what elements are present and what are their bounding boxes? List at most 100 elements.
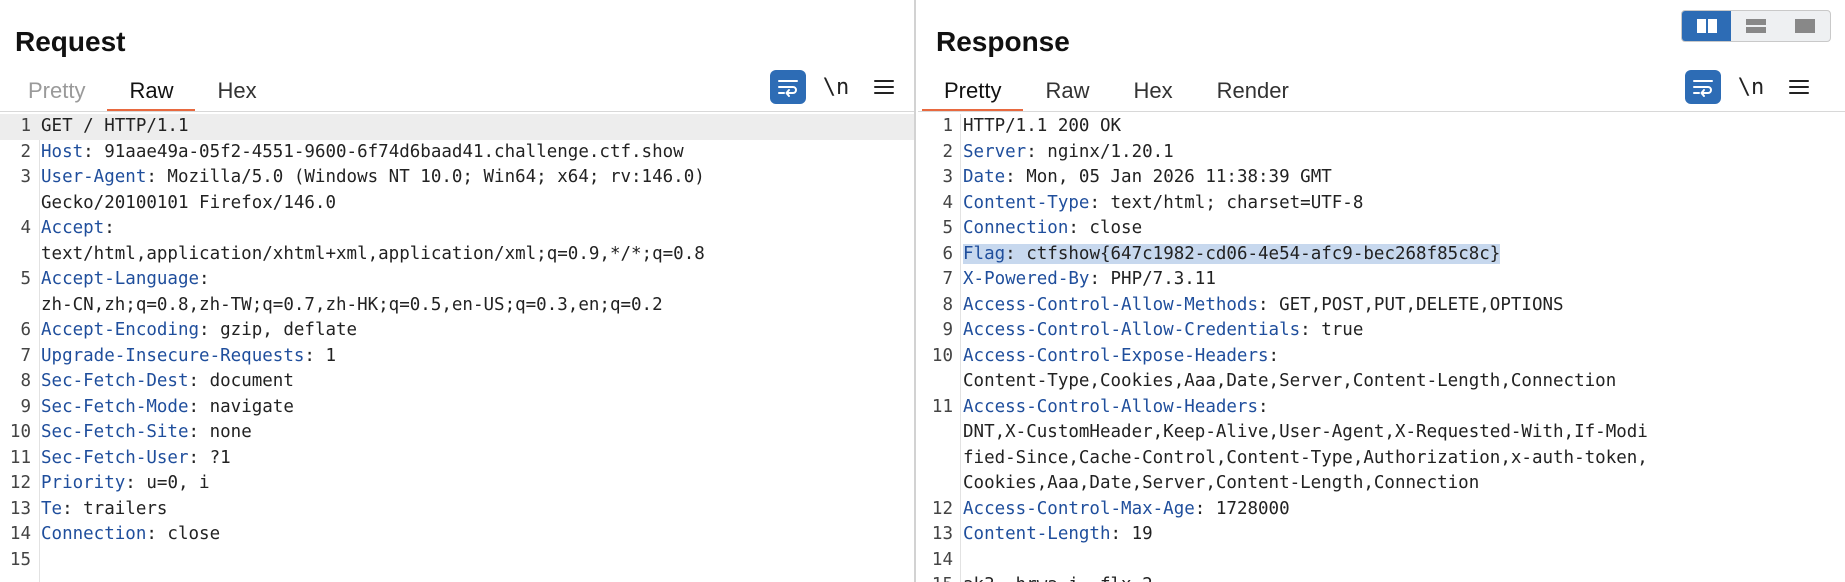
line-content: Access-Control-Allow-Credentials: true (918, 318, 1845, 344)
code-line: 14 (918, 548, 1845, 574)
header-value: : none (188, 422, 252, 442)
line-number: 11 (931, 396, 953, 417)
code-line: 6 Flag: ctfshow{647c1982-cd06-4e54-afc9-b… (918, 242, 1845, 268)
tab-hex[interactable]: Hex (195, 76, 278, 112)
code-line: Gecko/20100101 Firefox/146.0 (0, 191, 914, 217)
response-editor[interactable]: 1 HTTP/1.1 200 OK 2 Server: nginx/1.20.1 3 Da… (918, 114, 1845, 582)
response-toolbar: \n (1673, 70, 1817, 106)
header-name: Content-Type (963, 192, 1090, 213)
header-value: : (1258, 396, 1269, 417)
word-wrap-button[interactable] (1685, 70, 1721, 104)
header-name: Server (963, 141, 1027, 162)
code-line: 10 Access-Control-Expose-Headers: (918, 344, 1845, 370)
header-name: Flag (963, 243, 1006, 264)
request-tabs: Pretty Raw Hex (6, 76, 279, 112)
single-pane-layout-button[interactable] (1781, 11, 1830, 41)
menu-button[interactable] (866, 70, 902, 104)
line-number: 11 (9, 447, 31, 468)
line-content: zh-CN,zh;q=0.8,zh-TW;q=0.7,zh-HK;q=0.5,e… (0, 293, 914, 319)
header-value: : trailers (62, 498, 168, 519)
request-toolbar: \n (758, 70, 902, 106)
request-editor[interactable]: 1 GET / HTTP/1.1 2 Host: 91aae49a-05f2-4551… (0, 114, 914, 582)
header-value: : 19 (1110, 524, 1153, 544)
header-name: Accept-Language (41, 269, 200, 289)
line-number: 5 (20, 269, 31, 289)
line-number: 9 (942, 320, 953, 340)
header-name: Access-Control-Expose-Headers (963, 345, 1269, 366)
newline-toggle-button[interactable]: \n (818, 70, 854, 104)
header-value: HTTP/1.1 200 OK (963, 116, 1122, 136)
header-value: Content-Type,Cookies,Aaa,Date,Server,Con… (963, 371, 1617, 391)
line-number: 8 (20, 371, 31, 391)
word-wrap-button[interactable] (770, 70, 806, 104)
code-line: 1 HTTP/1.1 200 OK (918, 114, 1845, 140)
code-line: 15 ak3 hrwa.i flx 2 (918, 573, 1845, 582)
line-content: Gecko/20100101 Firefox/146.0 (0, 191, 914, 217)
header-value: : 91aae49a-05f2-4551-9600-6f74d6baad41.c… (83, 141, 684, 162)
code-line: 9 Access-Control-Allow-Credentials: true (918, 318, 1845, 344)
line-content: Sec-Fetch-Site: none (0, 420, 914, 446)
line-number: 14 (9, 524, 31, 544)
word-wrap-icon (1693, 80, 1713, 97)
line-number: 15 (918, 573, 953, 582)
code-line: 11 Sec-Fetch-User: ?1 (0, 446, 914, 472)
tab-raw[interactable]: Raw (1023, 76, 1111, 112)
line-content: Sec-Fetch-User: ?1 (0, 446, 914, 472)
header-value: : text/html; charset=UTF-8 (1089, 192, 1364, 213)
line-content: GET / HTTP/1.1 (0, 114, 914, 140)
newline-toggle-button[interactable]: \n (1733, 70, 1769, 104)
line-number: 2 (942, 141, 953, 162)
side-by-side-layout-icon (1696, 19, 1717, 33)
code-line: DNT,X-CustomHeader,Keep-Alive,User-Agent… (918, 420, 1845, 446)
tab-pretty[interactable]: Pretty (6, 76, 107, 112)
header-name: Te (41, 498, 63, 519)
header-name: Upgrade-Insecure-Requests (41, 345, 305, 366)
stacked-layout-icon (1745, 19, 1766, 33)
line-number: 5 (942, 218, 953, 238)
header-value: : 1 (304, 345, 337, 366)
header-value: : navigate (188, 396, 294, 417)
line-number: 13 (931, 524, 953, 544)
line-number: 4 (942, 192, 953, 213)
code-line: 4 Content-Type: text/html; charset=UTF-8 (918, 191, 1845, 217)
tab-pretty[interactable]: Pretty (922, 76, 1024, 112)
header-value: : u=0, i (125, 473, 210, 493)
code-line: 6 Accept-Encoding: gzip, deflate (0, 318, 914, 344)
stacked-layout-button[interactable] (1731, 11, 1780, 41)
tab-render[interactable]: Render (1195, 76, 1311, 112)
response-tabs: Pretty Raw Hex Render (922, 76, 1311, 112)
line-content: Cookies,Aaa,Date,Server,Content-Length,C… (918, 471, 1845, 497)
line-number: 3 (20, 167, 31, 187)
header-name: Access-Control-Max-Age (963, 498, 1195, 519)
code-line: 2 Host: 91aae49a-05f2-4551-9600-6f74d6baa… (0, 140, 914, 166)
header-value: Gecko/20100101 Firefox/146.0 (41, 192, 337, 213)
tab-hex[interactable]: Hex (1111, 76, 1194, 112)
header-name: Access-Control-Allow-Headers (963, 396, 1259, 417)
line-content: Priority: u=0, i (0, 471, 914, 497)
side-by-side-layout-button[interactable] (1682, 11, 1732, 41)
request-pane: Request Pretty Raw Hex \n 1 GET / HTTP/1.1 2… (0, 0, 916, 582)
header-value: DNT,X-CustomHeader,Keep-Alive,User-Agent… (963, 422, 1648, 442)
line-content: Access-Control-Expose-Headers: (918, 344, 1845, 370)
request-title: Request (15, 26, 126, 57)
line-content: Te: trailers (0, 497, 914, 523)
header-value: : true (1300, 320, 1364, 340)
code-line: 7 Upgrade-Insecure-Requests: 1 (0, 344, 914, 370)
menu-button[interactable] (1781, 70, 1817, 104)
word-wrap-icon (778, 80, 798, 97)
line-content: Access-Control-Allow-Methods: GET,POST,P… (918, 293, 1845, 319)
line-content: text/html,application/xhtml+xml,applicat… (0, 242, 914, 268)
header-value: : (199, 269, 210, 289)
code-line: Content-Type,Cookies,Aaa,Date,Server,Con… (918, 369, 1845, 395)
header-value: : (104, 218, 115, 238)
tab-raw[interactable]: Raw (107, 76, 196, 112)
line-number: 6 (20, 320, 31, 340)
line-content: Access-Control-Max-Age: 1728000 (918, 497, 1845, 523)
line-number: 7 (20, 345, 31, 366)
code-line: 13 Te: trailers (0, 497, 914, 523)
line-number: 2 (20, 141, 31, 162)
header-name: X-Powered-By (963, 269, 1090, 289)
code-line: 3 User-Agent: Mozilla/5.0 (Windows NT 10.… (0, 165, 914, 191)
line-content: Access-Control-Allow-Headers: (918, 395, 1845, 421)
code-line: text/html,application/xhtml+xml,applicat… (0, 242, 914, 268)
